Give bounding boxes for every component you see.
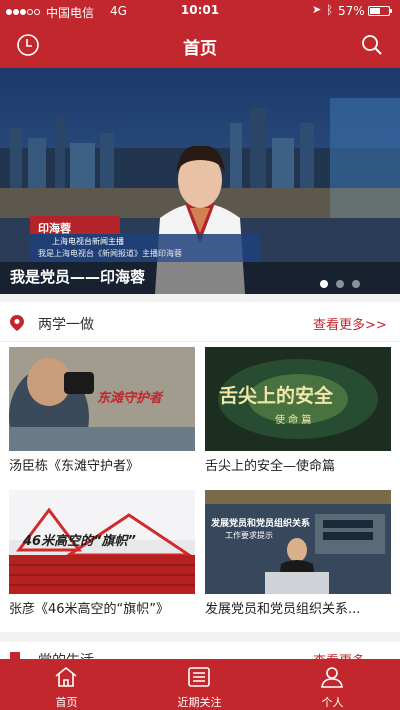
person-icon — [321, 667, 343, 688]
page-title: 首页 — [183, 39, 217, 59]
view-more-link[interactable]: 查看更多>> — [313, 314, 387, 333]
location-pin-icon — [10, 315, 24, 331]
carousel-dot[interactable] — [336, 280, 344, 288]
tv-name-plate: 印海蓉 — [38, 222, 71, 235]
list-icon — [188, 667, 210, 687]
carousel-dot[interactable] — [320, 280, 328, 288]
banner-carousel[interactable]: 印海蓉 上海电视台新闻主播 我是上海电视台《新闻报道》主播印海蓉 我是党员——印… — [0, 68, 400, 294]
status-bar: 中国电信 4G 10:01 ➤ ᛒ 57% — [0, 0, 400, 22]
tab-label: 近期关注 — [177, 696, 222, 709]
thumb-subtext: 使 命 篇 — [275, 415, 312, 426]
tv-role-text: 上海电视台新闻主播 — [52, 237, 124, 246]
section-header: 两学一做 查看更多>> — [0, 302, 400, 342]
banner-caption[interactable]: 我是党员——印海蓉 — [10, 266, 145, 287]
video-thumbnail[interactable]: 发展党员和党员组织关系 工作要求提示 — [205, 490, 391, 594]
tab-label: 个人 — [321, 696, 344, 709]
battery-percent: 57% — [338, 4, 365, 18]
thumb-text: 舌尖上的安全 — [219, 385, 334, 407]
battery-icon — [368, 6, 392, 16]
video-thumbnail[interactable]: 舌尖上的安全 使 命 篇 — [205, 347, 391, 451]
tv-subtitle-text: 我是上海电视台《新闻报道》主播印海蓉 — [38, 249, 182, 258]
video-thumbnail[interactable]: 46米高空的“旗帜” — [9, 490, 195, 594]
video-title[interactable]: 张彦《46米高空的“旗帜”》 — [9, 598, 199, 617]
tab-home[interactable]: 首页 — [0, 659, 133, 710]
tab-recent[interactable]: 近期关注 — [133, 659, 266, 710]
carousel-dot[interactable] — [352, 280, 360, 288]
thumb-subtext: 工作要求提示 — [225, 531, 273, 540]
banner-image — [0, 68, 400, 294]
tab-profile[interactable]: 个人 — [266, 659, 399, 710]
section-title: 两学一做 — [38, 317, 94, 333]
thumb-text: 发展党员和党员组织关系 — [211, 519, 311, 529]
video-title[interactable]: 发展党员和党员组织关系... — [205, 598, 395, 617]
home-icon — [55, 666, 77, 687]
video-thumbnail[interactable]: 东滩守护者 — [9, 347, 195, 451]
search-icon[interactable] — [360, 33, 384, 57]
bluetooth-icon: ᛒ — [326, 3, 334, 17]
nav-bar: 首页 — [0, 22, 400, 68]
carousel-indicator — [320, 273, 368, 292]
section-lxyz: 两学一做 查看更多>> 东滩守护者 汤臣栋《东滩守护者》 舌尖上的安全 使 命 … — [0, 302, 400, 632]
tab-bar: 首页 近期关注 个人 — [0, 659, 400, 710]
tab-label: 首页 — [55, 696, 78, 709]
thumb-text: 东滩守护者 — [97, 391, 163, 406]
video-title[interactable]: 舌尖上的安全—使命篇 — [205, 455, 395, 474]
thumb-text: 46米高空的“旗帜” — [23, 534, 136, 549]
location-icon: ➤ — [312, 3, 322, 16]
video-title[interactable]: 汤臣栋《东滩守护者》 — [9, 455, 199, 474]
